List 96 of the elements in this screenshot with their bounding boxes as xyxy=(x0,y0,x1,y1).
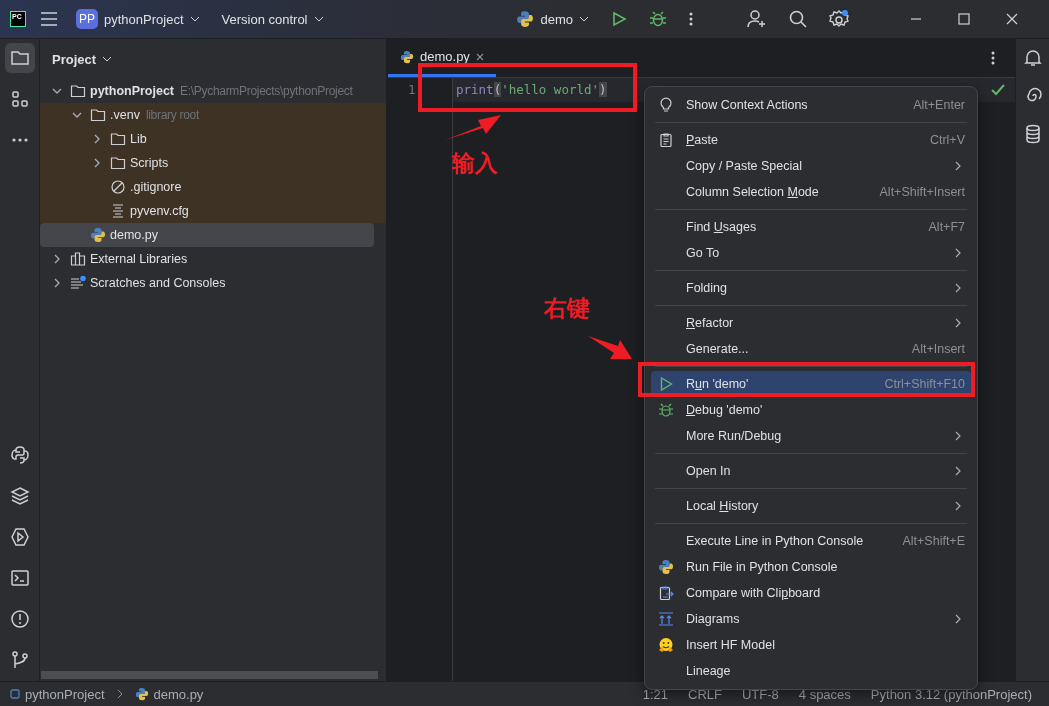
bug-icon xyxy=(658,402,674,418)
clipboard-icon xyxy=(658,132,674,148)
chevron-icon[interactable] xyxy=(52,254,62,264)
folder-tool-icon[interactable] xyxy=(4,43,35,73)
close-icon[interactable] xyxy=(1006,13,1018,25)
check-icon xyxy=(991,84,1005,96)
diagrams-icon xyxy=(658,611,674,627)
close-icon[interactable] xyxy=(475,52,484,61)
add-user-icon[interactable] xyxy=(747,10,767,28)
folder-icon xyxy=(110,155,126,171)
more-icon[interactable] xyxy=(991,51,995,65)
search-icon[interactable] xyxy=(789,10,807,28)
status-item[interactable]: Python 3.12 (pythonProject) xyxy=(863,686,1039,702)
tree-item-label: pythonProject xyxy=(90,84,175,98)
module-icon xyxy=(10,689,20,699)
run-config-selector[interactable]: demo xyxy=(512,7,593,31)
folder-icon xyxy=(90,107,106,123)
horizontal-scrollbar[interactable] xyxy=(41,671,378,679)
chevron-down-icon xyxy=(189,16,200,22)
tree-item-label: Scripts xyxy=(130,156,169,170)
python-icon xyxy=(658,559,674,575)
python-icon xyxy=(516,10,535,28)
menu-item[interactable]: Paste Ctrl+V xyxy=(651,127,971,153)
project-panel-title[interactable]: Project xyxy=(52,51,97,67)
folder-icon xyxy=(110,131,126,147)
tree-item-hint: library root xyxy=(145,108,199,122)
python-icon xyxy=(134,687,149,701)
chevron-down-icon xyxy=(313,16,324,22)
bulb-icon xyxy=(658,97,674,113)
tree-item[interactable]: pythonProject E:\PycharmProjects\pythonProject xyxy=(40,79,374,103)
chevron-down-icon xyxy=(579,16,589,22)
python-icon xyxy=(400,49,414,64)
annotation-label: 输入 xyxy=(452,149,498,178)
chevron-icon[interactable] xyxy=(92,134,102,144)
python-icon xyxy=(90,227,106,243)
compare-icon xyxy=(658,585,674,601)
annotation-arrow xyxy=(443,113,503,143)
project-badge: PP xyxy=(76,9,98,29)
annotation-label: 右键 xyxy=(544,294,590,323)
tree-item-label: .venv xyxy=(110,108,140,122)
status-item[interactable]: 4 spaces xyxy=(791,686,858,702)
menu-item[interactable]: Generate... Alt+Insert xyxy=(651,336,971,362)
menu-item[interactable]: Refactor xyxy=(651,310,971,336)
run-icon xyxy=(658,376,674,392)
tree-item[interactable]: Scratches and Consoles xyxy=(40,271,374,295)
scratches-icon xyxy=(70,275,86,291)
menu-item[interactable]: Column Selection Mode Alt+Shift+Insert xyxy=(651,179,971,205)
tree-item-label: Lib xyxy=(130,132,147,146)
menu-item[interactable]: Diagrams xyxy=(651,606,971,632)
chevron-down-icon[interactable] xyxy=(102,56,113,62)
menu-item[interactable]: Insert HF Model xyxy=(651,632,971,658)
library-icon xyxy=(70,251,86,267)
tree-item-label: pyvenv.cfg xyxy=(130,204,189,218)
folder-icon xyxy=(70,83,86,99)
menu-item[interactable]: More Run/Debug xyxy=(651,423,971,449)
vcs-widget[interactable]: Version control xyxy=(217,8,328,30)
tree-item-hint: E:\PycharmProjects\pythonProject xyxy=(180,84,353,98)
line-number: 1 xyxy=(407,81,417,99)
menu-icon[interactable] xyxy=(40,12,58,26)
chevron-icon[interactable] xyxy=(52,86,62,96)
menu-item[interactable]: Debug 'demo' xyxy=(651,397,971,423)
annotation-arrow xyxy=(586,334,634,360)
chevron-right-icon xyxy=(116,689,123,699)
menu-item[interactable]: Open In xyxy=(651,458,971,484)
run-icon[interactable] xyxy=(611,11,627,27)
status-item[interactable]: UTF-8 xyxy=(734,686,786,702)
menu-item[interactable]: Local History xyxy=(651,493,971,519)
menu-item[interactable]: Folding xyxy=(651,275,971,301)
settings-icon[interactable] xyxy=(829,9,849,29)
menu-item[interactable]: Find Usages Alt+F7 xyxy=(651,214,971,240)
tree-item[interactable]: demo.py xyxy=(40,223,374,247)
breadcrumb[interactable]: demo.py xyxy=(134,686,204,702)
hf-icon xyxy=(658,637,674,653)
tree-item-label: demo.py xyxy=(110,228,158,242)
tree-item-label: .gitignore xyxy=(130,180,182,194)
status-item[interactable]: CRLF xyxy=(681,686,729,702)
menu-item[interactable]: Copy / Paste Special xyxy=(651,153,971,179)
tree-item-label: External Libraries xyxy=(90,252,188,266)
chevron-icon[interactable] xyxy=(72,110,82,120)
tree-item-label: Scratches and Consoles xyxy=(90,276,226,290)
bug-icon[interactable] xyxy=(649,10,667,28)
more-icon[interactable] xyxy=(689,12,693,26)
menu-item[interactable]: Compare with Clipboard xyxy=(651,580,971,606)
menu-item[interactable]: Execute Line in Python Console Alt+Shift+E xyxy=(651,528,971,554)
project-widget[interactable]: PP pythonProject xyxy=(72,6,204,32)
chevron-icon[interactable] xyxy=(52,278,62,288)
menu-item[interactable]: Lineage xyxy=(651,658,971,684)
menu-item[interactable]: Run File in Python Console xyxy=(651,554,971,580)
text-icon xyxy=(110,203,126,219)
tree-item[interactable]: External Libraries xyxy=(40,247,374,271)
ignore-icon xyxy=(110,179,126,195)
maximize-icon[interactable] xyxy=(958,13,970,25)
menu-item[interactable]: Go To xyxy=(651,240,971,266)
chevron-icon[interactable] xyxy=(92,158,102,168)
status-item[interactable]: 1:21 xyxy=(635,686,675,702)
breadcrumb[interactable]: pythonProject xyxy=(10,686,105,702)
